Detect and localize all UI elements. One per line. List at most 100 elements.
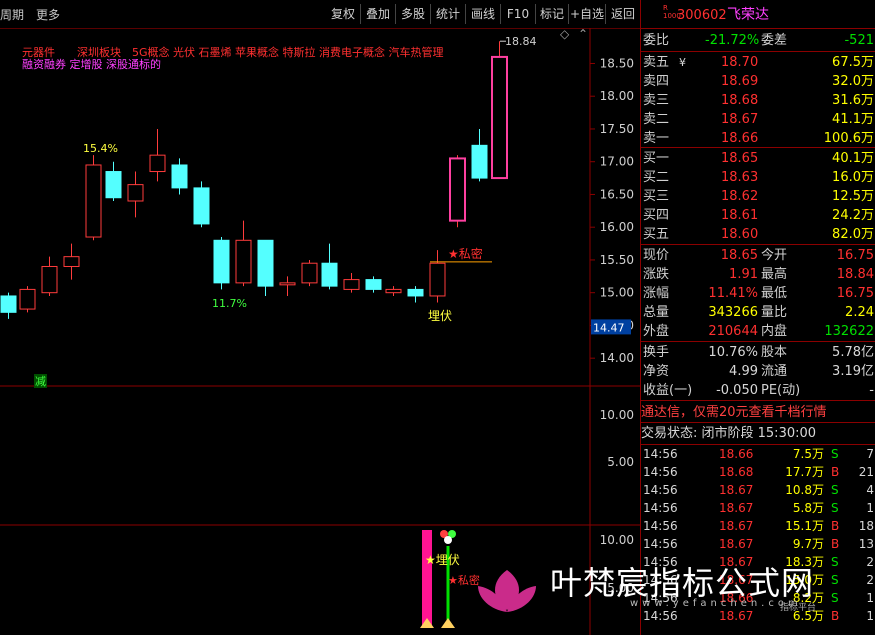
stock-header: R 1000 300602 飞荣达 xyxy=(641,4,875,26)
chart-grid: 18.50 18.00 17.50 17.00 16.50 16.00 15.50 15.00… xyxy=(0,28,640,635)
stat-value: 343266 xyxy=(708,305,758,320)
fundamental-row: 净资 4.99 流通 3.19亿 xyxy=(641,362,875,381)
tick-count: 21 xyxy=(858,465,874,479)
tick-time: 14:56 xyxy=(643,465,678,479)
tick-price: 18.67 xyxy=(719,573,754,587)
tick-volume: 15.1万 xyxy=(785,519,824,533)
sell-level-row[interactable]: 卖三 18.68 31.6万 xyxy=(641,91,875,110)
sell-level-price: 18.67 xyxy=(721,112,759,127)
price-axis-label: 18.50 xyxy=(600,56,634,70)
buy-level-label: 买五 xyxy=(643,227,670,242)
tick-volume: 5.8万 xyxy=(792,501,824,515)
fundamental-row: 收益(一) -0.050 PE(动) - xyxy=(641,381,875,400)
multi-stock-button[interactable]: 多股 xyxy=(396,4,431,24)
tick-count: 2 xyxy=(866,555,874,569)
sell-level-label: 卖一 xyxy=(643,131,670,146)
buy-level-volume: 40.1万 xyxy=(832,151,874,166)
pct-label-high: 15.4% xyxy=(83,142,118,155)
candle xyxy=(279,276,296,296)
tick-count: 18 xyxy=(858,519,874,533)
fundamental-value-2: - xyxy=(869,383,874,398)
ratio-label: 委比 xyxy=(643,33,670,48)
stat-value: 11.41% xyxy=(708,286,758,301)
candle-body xyxy=(235,239,252,284)
candle-body xyxy=(19,288,36,310)
candle xyxy=(449,155,466,228)
tick-time: 14:56 xyxy=(643,555,678,569)
candle xyxy=(0,292,17,319)
sell-level-price: 18.70 xyxy=(721,55,759,70)
candle xyxy=(385,286,402,296)
tick-volume: 17.7万 xyxy=(785,465,824,479)
tick-count: 13 xyxy=(858,537,874,551)
stat-label-2: 最高 xyxy=(761,267,788,282)
buy-level-row[interactable]: 买三 18.62 12.5万 xyxy=(641,187,875,206)
price-axis-label: 16.00 xyxy=(600,220,634,234)
draw-line-button[interactable]: 画线 xyxy=(466,4,501,24)
tick-price: 18.66 xyxy=(719,447,754,461)
current-price-value: 14.47 xyxy=(593,321,625,334)
mark-button[interactable]: 标记 xyxy=(536,4,569,24)
buy-level-row[interactable]: 买二 18.63 16.0万 xyxy=(641,168,875,187)
ratio-row: 委比 -21.72% 委差 -521 xyxy=(641,31,875,50)
sell-level-row[interactable]: 卖四 18.69 32.0万 xyxy=(641,72,875,91)
kline-chart-area[interactable]: 18.50 18.00 17.50 17.00 16.50 16.00 15.50 15.00… xyxy=(0,28,640,635)
kline-chart[interactable]: 18.50 18.00 17.50 17.00 16.50 16.00 15.50 15.00… xyxy=(0,28,640,635)
signal-ambush-label: 埋伏 xyxy=(428,309,452,323)
candle xyxy=(127,171,144,218)
pct-label-low: 11.7% xyxy=(212,297,247,310)
fundamental-row: 换手 10.76% 股本 5.78亿 xyxy=(641,343,875,362)
fundamental-value: -0.050 xyxy=(716,383,758,398)
price-axis-label: 18.00 xyxy=(600,89,634,103)
max-price-label: 18.84 xyxy=(505,35,537,48)
sell-level-volume: 31.6万 xyxy=(832,93,874,108)
tick-side: S xyxy=(831,447,839,461)
buy-level-price: 18.65 xyxy=(721,151,759,166)
promo-banner[interactable]: 通达信，仅需20元查看千档行情 xyxy=(641,403,875,422)
sell-level-row[interactable]: 卖五 ¥ 18.70 67.5万 xyxy=(641,53,875,72)
buy-level-row[interactable]: 买一 18.65 40.1万 xyxy=(641,149,875,168)
collapse-icon: ◇ xyxy=(560,28,570,41)
period-selector[interactable]: 周期 xyxy=(0,6,24,23)
fundamental-label-2: 流通 xyxy=(761,364,788,379)
tick-row: 14:56 18.67 10.8万 S 4 xyxy=(641,482,875,499)
tick-time: 14:56 xyxy=(643,447,678,461)
stat-row: 涨跌 1.91 最高 18.84 xyxy=(641,265,875,284)
buy-level-volume: 12.5万 xyxy=(832,189,874,204)
candle-body xyxy=(471,144,488,179)
tick-side: B xyxy=(831,609,840,623)
stats-button[interactable]: 统计 xyxy=(431,4,466,24)
tick-count: 2 xyxy=(866,573,874,587)
volume-axis-label: 5.00 xyxy=(607,455,634,469)
stat-label: 涨幅 xyxy=(643,286,670,301)
candle-body xyxy=(127,184,144,202)
stat-value: 1.91 xyxy=(729,267,758,282)
tick-row: 14:56 18.67 15.0万 S 2 xyxy=(641,572,875,589)
candle-body xyxy=(321,262,338,287)
adjust-button[interactable]: 复权 xyxy=(326,4,361,24)
candle xyxy=(365,276,382,293)
buy-level-row[interactable]: 买五 18.60 82.0万 xyxy=(641,225,875,244)
sell-level-row[interactable]: 卖一 18.66 100.6万 xyxy=(641,129,875,148)
back-button[interactable]: 返回 xyxy=(606,4,640,24)
buy-level-row[interactable]: 买四 18.61 24.2万 xyxy=(641,206,875,225)
tick-time: 14:56 xyxy=(643,591,678,605)
candle-body xyxy=(407,288,424,297)
stat-row: 总量 343266 量比 2.24 xyxy=(641,303,875,322)
buy-level-label: 买二 xyxy=(643,170,670,185)
tick-volume: 9.7万 xyxy=(792,537,824,551)
overlay-button[interactable]: 叠加 xyxy=(361,4,396,24)
sell-level-price: 18.66 xyxy=(721,131,759,146)
fundamental-value: 4.99 xyxy=(729,364,758,379)
stat-label-2: 最低 xyxy=(761,286,788,301)
buy-level-label: 买三 xyxy=(643,189,670,204)
candle-body xyxy=(63,256,80,267)
sell-level-row[interactable]: 卖二 18.67 41.1万 xyxy=(641,110,875,129)
f10-button[interactable]: F10 xyxy=(501,4,536,24)
tick-volume: 18.3万 xyxy=(785,555,824,569)
tick-price: 18.67 xyxy=(719,483,754,497)
fundamental-value-2: 5.78亿 xyxy=(832,345,874,360)
more-menu[interactable]: 更多 xyxy=(36,6,60,23)
stat-value: 18.65 xyxy=(720,248,758,263)
add-watchlist-button[interactable]: +自选 xyxy=(569,4,606,24)
